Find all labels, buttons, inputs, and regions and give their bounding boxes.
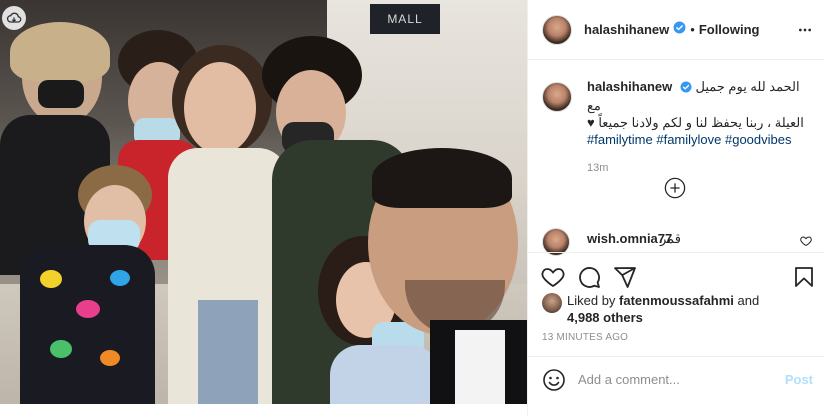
post-timestamp[interactable]: 13 MINUTES AGO [542,332,628,343]
cloud-icon[interactable] [2,6,26,30]
header-separator: • [690,22,695,37]
person-left-mask [38,80,84,108]
person-left-hair [10,22,110,82]
likes-others[interactable]: 4,988 others [567,309,812,326]
caption-text-line2: العيلة ، ربنا يحفظ لنا و لكم ولادنا جميع… [587,115,804,130]
bookmark-icon[interactable] [792,265,816,294]
shirt-splash-1 [40,270,62,288]
load-more-comments-icon[interactable] [664,177,686,199]
verified-badge-icon [673,21,686,39]
caption-username[interactable]: halashihanew [587,79,672,94]
comment-row: wish.omnia77 قمر [542,228,812,256]
emoji-icon[interactable] [542,368,566,397]
post-header: halashihanew • Following [528,0,824,60]
add-comment-bar: Add a comment... Post [528,356,824,403]
comment-like-icon[interactable] [800,234,812,252]
caption-time: 13m [587,162,609,174]
shirt-splash-4 [50,340,72,358]
comment-input[interactable]: Add a comment... [578,372,680,387]
likes-and: and [737,293,760,308]
woman-center-jeans [198,300,258,404]
shirt-splash-5 [100,350,120,366]
post-comment-button[interactable]: Post [785,372,813,387]
author-avatar[interactable] [542,14,572,45]
mall-sign: MALL [370,4,440,34]
comment-text: قمر [660,231,681,246]
verified-badge-icon [680,80,692,97]
man-shirt [455,330,505,404]
post-photo[interactable]: MALL [0,0,527,404]
liker-avatar[interactable] [542,293,562,313]
post-side-panel: halashihanew • Following halashihanew ال… [527,0,824,416]
boy-front-shirt [20,245,155,404]
girl-body [330,345,440,404]
following-button[interactable]: Following [699,22,760,37]
likes-summary: Liked by fatenmoussafahmi and 4,988 othe… [542,292,812,326]
shirt-splash-3 [110,270,130,286]
caption-hashtags[interactable]: #familytime #familylove #goodvibes [587,132,791,147]
caption-avatar[interactable] [542,82,572,112]
liker-username[interactable]: fatenmoussafahmi [619,293,734,308]
shirt-splash-2 [76,300,100,318]
action-bar [528,252,824,292]
man-hair [372,148,512,208]
post-caption: halashihanew الحمد لله يوم جميل مع العيل… [542,78,812,174]
likes-prefix: Liked by [567,293,616,308]
comment-icon[interactable] [577,265,601,294]
woman-center-face [184,62,256,154]
more-options-icon[interactable] [797,22,813,43]
author-username[interactable]: halashihanew [584,22,669,37]
share-icon[interactable] [613,265,637,294]
heart-icon[interactable] [541,265,565,294]
